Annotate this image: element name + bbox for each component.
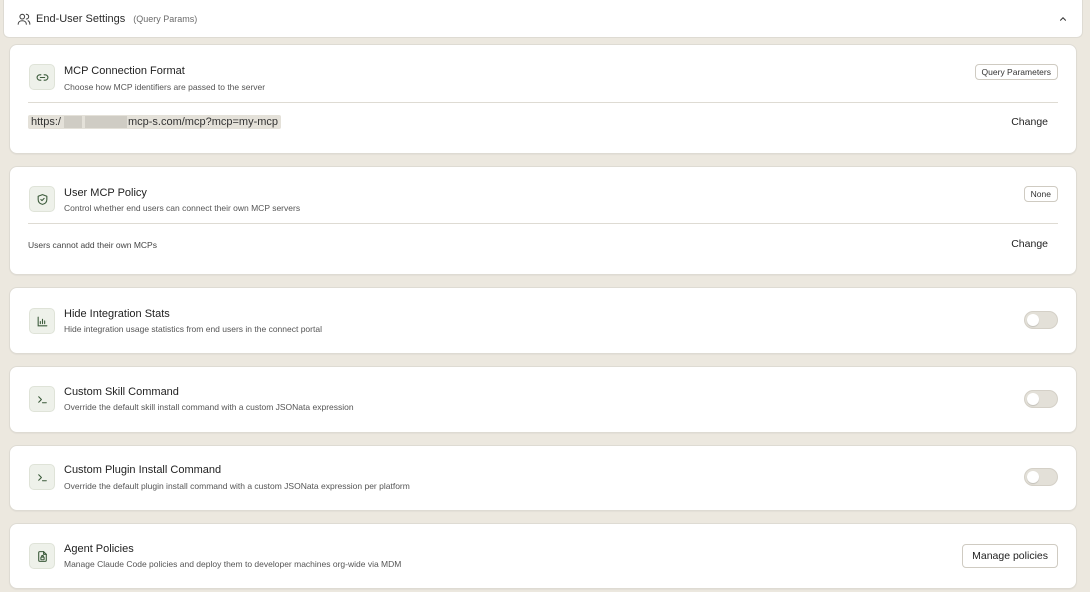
- file-lock-icon: [29, 543, 55, 569]
- custom-skill-card: Custom Skill Command Override the defaul…: [9, 366, 1077, 433]
- url-prefix: https:/: [31, 116, 61, 128]
- section-title: End-User Settings: [36, 12, 126, 25]
- card-title: MCP Connection Format: [64, 65, 185, 77]
- hide-stats-card: Hide Integration Stats Hide integration …: [9, 287, 1077, 354]
- card-title: Custom Plugin Install Command: [64, 464, 222, 476]
- bar-chart-icon: [29, 308, 55, 334]
- users-icon: [17, 12, 31, 26]
- link-icon: [29, 64, 55, 90]
- change-policy-button[interactable]: Change: [1011, 238, 1048, 250]
- divider: [28, 102, 1058, 103]
- terminal-icon: [29, 386, 55, 412]
- user-policy-card: User MCP Policy Control whether end user…: [9, 166, 1077, 275]
- change-format-button[interactable]: Change: [1011, 116, 1048, 128]
- card-description: Control whether end users can connect th…: [64, 203, 301, 213]
- card-title: Agent Policies: [64, 543, 134, 555]
- shield-check-icon: [29, 186, 55, 212]
- card-description: Hide integration usage statistics from e…: [64, 324, 322, 334]
- toggle-knob: [1027, 471, 1039, 483]
- card-description: Manage Claude Code policies and deploy t…: [64, 559, 402, 569]
- url-suffix: mcp-s.com/mcp?mcp=my-mcp: [127, 116, 279, 128]
- manage-policies-button[interactable]: Manage policies: [962, 544, 1058, 568]
- format-badge: Query Parameters: [974, 64, 1058, 80]
- section-header[interactable]: End-User Settings (Query Params): [3, 0, 1083, 38]
- card-title: User MCP Policy: [64, 187, 147, 199]
- redacted-segment: [84, 116, 127, 128]
- card-title: Hide Integration Stats: [64, 308, 170, 320]
- custom-plugin-toggle[interactable]: [1024, 468, 1058, 486]
- section-subtitle: (Query Params): [133, 13, 198, 24]
- card-description: Override the default plugin install comm…: [64, 481, 410, 491]
- divider: [28, 223, 1058, 224]
- agent-policies-card: Agent Policies Manage Claude Code polici…: [9, 523, 1077, 589]
- policy-badge: None: [1023, 186, 1058, 202]
- toggle-knob: [1027, 314, 1039, 326]
- chevron-up-icon[interactable]: [1056, 12, 1070, 26]
- toggle-knob: [1027, 393, 1039, 405]
- custom-plugin-card: Custom Plugin Install Command Override t…: [9, 445, 1077, 511]
- custom-skill-toggle[interactable]: [1024, 390, 1058, 408]
- hide-stats-toggle[interactable]: [1024, 311, 1058, 329]
- card-description: Override the default skill install comma…: [64, 402, 354, 412]
- connection-url: https:/ mcp-s.com/mcp?mcp=my-mcp: [28, 115, 282, 129]
- redacted-segment: [63, 116, 82, 128]
- policy-status: Users cannot add their own MCPs: [28, 240, 157, 250]
- card-description: Choose how MCP identifiers are passed to…: [64, 82, 266, 92]
- connection-format-card: MCP Connection Format Choose how MCP ide…: [9, 44, 1077, 154]
- terminal-icon: [29, 464, 55, 490]
- card-title: Custom Skill Command: [64, 386, 179, 398]
